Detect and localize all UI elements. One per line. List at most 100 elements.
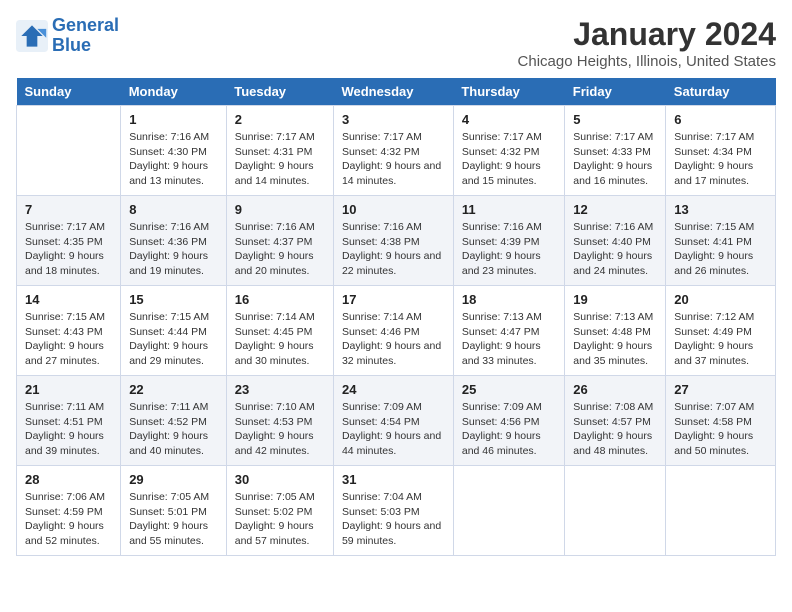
day-number: 24 [342, 382, 445, 397]
day-info: Sunrise: 7:15 AMSunset: 4:41 PMDaylight:… [674, 220, 767, 279]
day-number: 27 [674, 382, 767, 397]
day-number: 18 [462, 292, 556, 307]
day-number: 29 [129, 472, 218, 487]
day-number: 23 [235, 382, 325, 397]
day-number: 20 [674, 292, 767, 307]
calendar-cell: 9Sunrise: 7:16 AMSunset: 4:37 PMDaylight… [226, 196, 333, 286]
day-number: 28 [25, 472, 112, 487]
day-info: Sunrise: 7:14 AMSunset: 4:45 PMDaylight:… [235, 310, 325, 369]
day-info: Sunrise: 7:15 AMSunset: 4:44 PMDaylight:… [129, 310, 218, 369]
title-block: January 2024 Chicago Heights, Illinois, … [518, 16, 776, 70]
calendar-cell: 14 Sunrise: 7:15 AMSunset: 4:43 PMDayligh… [17, 286, 121, 376]
main-title: January 2024 [518, 16, 776, 53]
day-info: Sunrise: 7:17 AMSunset: 4:35 PMDaylight:… [25, 220, 112, 279]
calendar-week-row: 21 Sunrise: 7:11 AMSunset: 4:51 PMDayligh… [17, 376, 776, 466]
calendar-cell: 21 Sunrise: 7:11 AMSunset: 4:51 PMDayligh… [17, 376, 121, 466]
calendar-cell: 10Sunrise: 7:16 AMSunset: 4:38 PMDayligh… [333, 196, 453, 286]
day-info: Sunrise: 7:05 AMSunset: 5:01 PMDaylight:… [129, 490, 218, 549]
calendar-week-row: 14 Sunrise: 7:15 AMSunset: 4:43 PMDayligh… [17, 286, 776, 376]
day-number: 1 [129, 112, 218, 127]
calendar-cell: 15 Sunrise: 7:15 AMSunset: 4:44 PMDayligh… [121, 286, 227, 376]
calendar-cell: 4Sunrise: 7:17 AMSunset: 4:32 PMDaylight… [453, 106, 564, 196]
day-number: 9 [235, 202, 325, 217]
calendar-cell: 2 Sunrise: 7:17 AMSunset: 4:31 PMDaylight… [226, 106, 333, 196]
calendar-cell: 19Sunrise: 7:13 AMSunset: 4:48 PMDayligh… [565, 286, 666, 376]
page-header: General Blue January 2024 Chicago Height… [16, 16, 776, 70]
day-number: 25 [462, 382, 556, 397]
day-number: 2 [235, 112, 325, 127]
calendar-cell: 22 Sunrise: 7:11 AMSunset: 4:52 PMDayligh… [121, 376, 227, 466]
calendar-cell: 8 Sunrise: 7:16 AMSunset: 4:36 PMDaylight… [121, 196, 227, 286]
col-header-friday: Friday [565, 78, 666, 106]
day-number: 10 [342, 202, 445, 217]
logo-blue: Blue [52, 35, 91, 55]
calendar-cell: 6 Sunrise: 7:17 AMSunset: 4:34 PMDaylight… [666, 106, 776, 196]
calendar-cell: 16 Sunrise: 7:14 AMSunset: 4:45 PMDayligh… [226, 286, 333, 376]
day-info: Sunrise: 7:17 AMSunset: 4:32 PMDaylight:… [342, 130, 445, 189]
day-number: 26 [573, 382, 657, 397]
day-number: 6 [674, 112, 767, 127]
calendar-cell: 29 Sunrise: 7:05 AMSunset: 5:01 PMDayligh… [121, 466, 227, 556]
day-info: Sunrise: 7:07 AMSunset: 4:58 PMDaylight:… [674, 400, 767, 459]
subtitle: Chicago Heights, Illinois, United States [518, 53, 776, 70]
day-number: 15 [129, 292, 218, 307]
day-info: Sunrise: 7:16 AMSunset: 4:30 PMDaylight:… [129, 130, 218, 189]
day-info: Sunrise: 7:16 AMSunset: 4:40 PMDaylight:… [573, 220, 657, 279]
calendar-cell [453, 466, 564, 556]
day-number: 30 [235, 472, 325, 487]
day-info: Sunrise: 7:14 AMSunset: 4:46 PMDaylight:… [342, 310, 445, 369]
calendar-cell: 18Sunrise: 7:13 AMSunset: 4:47 PMDayligh… [453, 286, 564, 376]
logo-icon [16, 20, 48, 52]
col-header-tuesday: Tuesday [226, 78, 333, 106]
col-header-thursday: Thursday [453, 78, 564, 106]
calendar-cell: 3Sunrise: 7:17 AMSunset: 4:32 PMDaylight… [333, 106, 453, 196]
calendar-week-row: 1 Sunrise: 7:16 AMSunset: 4:30 PMDaylight… [17, 106, 776, 196]
calendar-cell [17, 106, 121, 196]
day-info: Sunrise: 7:11 AMSunset: 4:52 PMDaylight:… [129, 400, 218, 459]
day-info: Sunrise: 7:04 AMSunset: 5:03 PMDaylight:… [342, 490, 445, 549]
day-info: Sunrise: 7:17 AMSunset: 4:32 PMDaylight:… [462, 130, 556, 189]
calendar-cell: 5 Sunrise: 7:17 AMSunset: 4:33 PMDaylight… [565, 106, 666, 196]
day-info: Sunrise: 7:17 AMSunset: 4:31 PMDaylight:… [235, 130, 325, 189]
calendar-cell: 12Sunrise: 7:16 AMSunset: 4:40 PMDayligh… [565, 196, 666, 286]
calendar-cell: 26Sunrise: 7:08 AMSunset: 4:57 PMDayligh… [565, 376, 666, 466]
calendar-cell: 30 Sunrise: 7:05 AMSunset: 5:02 PMDayligh… [226, 466, 333, 556]
day-number: 31 [342, 472, 445, 487]
day-info: Sunrise: 7:12 AMSunset: 4:49 PMDaylight:… [674, 310, 767, 369]
day-info: Sunrise: 7:09 AMSunset: 4:56 PMDaylight:… [462, 400, 556, 459]
calendar-cell: 11Sunrise: 7:16 AMSunset: 4:39 PMDayligh… [453, 196, 564, 286]
day-info: Sunrise: 7:17 AMSunset: 4:34 PMDaylight:… [674, 130, 767, 189]
day-number: 5 [573, 112, 657, 127]
calendar-cell: 27 Sunrise: 7:07 AMSunset: 4:58 PMDayligh… [666, 376, 776, 466]
col-header-sunday: Sunday [17, 78, 121, 106]
calendar-header-row: SundayMondayTuesdayWednesdayThursdayFrid… [17, 78, 776, 106]
day-number: 17 [342, 292, 445, 307]
col-header-saturday: Saturday [666, 78, 776, 106]
day-info: Sunrise: 7:10 AMSunset: 4:53 PMDaylight:… [235, 400, 325, 459]
calendar-cell: 31 Sunrise: 7:04 AMSunset: 5:03 PMDayligh… [333, 466, 453, 556]
day-number: 21 [25, 382, 112, 397]
calendar-week-row: 28Sunrise: 7:06 AMSunset: 4:59 PMDayligh… [17, 466, 776, 556]
col-header-monday: Monday [121, 78, 227, 106]
logo: General Blue [16, 16, 119, 56]
calendar-table: SundayMondayTuesdayWednesdayThursdayFrid… [16, 78, 776, 556]
day-number: 8 [129, 202, 218, 217]
day-info: Sunrise: 7:16 AMSunset: 4:36 PMDaylight:… [129, 220, 218, 279]
day-number: 16 [235, 292, 325, 307]
day-info: Sunrise: 7:15 AMSunset: 4:43 PMDaylight:… [25, 310, 112, 369]
calendar-cell: 13 Sunrise: 7:15 AMSunset: 4:41 PMDayligh… [666, 196, 776, 286]
day-number: 22 [129, 382, 218, 397]
day-number: 7 [25, 202, 112, 217]
day-info: Sunrise: 7:11 AMSunset: 4:51 PMDaylight:… [25, 400, 112, 459]
calendar-cell: 7 Sunrise: 7:17 AMSunset: 4:35 PMDaylight… [17, 196, 121, 286]
col-header-wednesday: Wednesday [333, 78, 453, 106]
day-info: Sunrise: 7:17 AMSunset: 4:33 PMDaylight:… [573, 130, 657, 189]
day-info: Sunrise: 7:09 AMSunset: 4:54 PMDaylight:… [342, 400, 445, 459]
calendar-cell: 20 Sunrise: 7:12 AMSunset: 4:49 PMDayligh… [666, 286, 776, 376]
calendar-cell [565, 466, 666, 556]
day-number: 13 [674, 202, 767, 217]
day-info: Sunrise: 7:05 AMSunset: 5:02 PMDaylight:… [235, 490, 325, 549]
day-number: 14 [25, 292, 112, 307]
calendar-cell [666, 466, 776, 556]
day-info: Sunrise: 7:16 AMSunset: 4:39 PMDaylight:… [462, 220, 556, 279]
